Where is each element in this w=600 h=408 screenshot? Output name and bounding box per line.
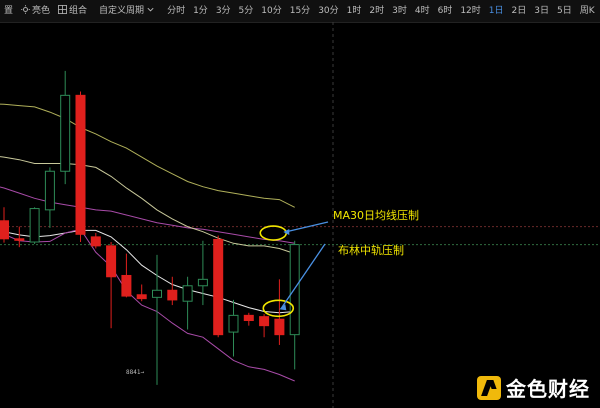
timeframe-tab-17[interactable]: 1日	[485, 0, 508, 22]
timeframe-tab-label: 组合	[69, 6, 88, 16]
timeframe-tab-12[interactable]: 2时	[365, 0, 388, 22]
boll-mid-arrow	[280, 243, 326, 309]
boll-lower-line	[0, 228, 295, 382]
timeframe-tab-16[interactable]: 12时	[456, 0, 484, 22]
timeframe-tab-label: 周K	[579, 6, 595, 16]
grid-icon	[58, 5, 69, 16]
timeframe-tab-label: 置	[4, 6, 14, 16]
timeframe-tab-4[interactable]: 分时	[163, 0, 189, 22]
candle-13	[197, 240, 208, 306]
timeframe-tab-18[interactable]: 2日	[508, 0, 531, 22]
timeframe-tab-label: 2时	[369, 6, 385, 16]
timeframe-tab-label: 6时	[437, 6, 453, 16]
timeframe-tab-label: 15分	[289, 6, 311, 16]
timeframe-tab-label: 1日	[488, 6, 504, 16]
timeframe-tab-label: 4时	[414, 6, 430, 16]
candle-6	[90, 233, 101, 249]
timeframe-tab-14[interactable]: 4时	[411, 0, 434, 22]
timeframe-tab-2[interactable]: 组合	[54, 0, 91, 22]
timeframe-tab-label: 10分	[261, 6, 282, 16]
timeframe-tab-label: 3分	[215, 6, 231, 16]
timeframe-tab-0[interactable]: 置	[0, 0, 17, 22]
ma30-resistance-label: MA30日均线压制	[333, 209, 420, 222]
timeframe-toolbar: 置 亮色 组合 自定义周期 分时 1分 3分 5分 10分 15分 30分 1时 2时 3时 4时 6时 12时…	[0, 0, 600, 23]
watermark-text: 金色财经	[506, 377, 590, 401]
low-price-label: 8841→	[126, 369, 145, 376]
ma30-highlight-ellipse	[259, 225, 288, 241]
candle-0	[0, 207, 9, 243]
timeframe-tab-21[interactable]: 周K	[576, 0, 599, 22]
timeframe-tab-9[interactable]: 15分	[286, 0, 314, 22]
boll-mid-resistance-label: 布林中轨压制	[338, 244, 404, 257]
candle-14	[213, 235, 224, 338]
timeframe-tab-3[interactable]: 自定义周期	[95, 0, 159, 22]
timeframe-tab-13[interactable]: 3时	[388, 0, 411, 22]
timeframe-tab-8[interactable]: 10分	[257, 0, 285, 22]
timeframe-tab-label: 2日	[511, 6, 527, 16]
timeframe-tab-label: 5日	[556, 6, 572, 16]
chevron-down-icon	[144, 6, 155, 16]
timeframe-tab-10[interactable]: 30分	[314, 0, 342, 22]
ma30-line	[0, 186, 295, 244]
candle-4	[60, 70, 71, 185]
candlestick-chart	[0, 22, 600, 408]
timeframe-tab-label: 亮色	[32, 6, 51, 16]
candle-8	[121, 253, 132, 298]
jinse-logo-icon	[477, 375, 501, 400]
timeframe-tab-5[interactable]: 1分	[189, 0, 212, 22]
timeframe-tab-label: 12时	[460, 6, 481, 16]
candle-3	[44, 167, 55, 228]
timeframe-tab-label: 3时	[392, 6, 407, 16]
timeframe-tab-15[interactable]: 6时	[434, 0, 457, 22]
timeframe-tab-label: 30分	[318, 6, 339, 16]
boll-mid-highlight-ellipse	[262, 299, 295, 318]
candle-7	[106, 242, 117, 329]
timeframe-tab-label: 自定义周期	[99, 6, 145, 16]
timeframe-tab-7[interactable]: 5分	[235, 0, 258, 22]
timeframe-tab-11[interactable]: 1时	[343, 0, 366, 22]
candle-17	[259, 314, 270, 338]
candle-15	[228, 299, 239, 357]
watermark: 金色财经	[477, 373, 590, 402]
candle-1	[14, 226, 25, 248]
candle-9	[136, 284, 147, 302]
timeframe-tab-label: 分时	[167, 6, 186, 16]
timeframe-tab-19[interactable]: 3日	[530, 0, 553, 22]
timeframe-tab-label: 1分	[193, 6, 208, 16]
ma-upper-line	[0, 103, 295, 208]
timeframe-tab-label: 5分	[238, 6, 254, 16]
boll-upper-line	[0, 156, 295, 255]
candle-11	[167, 276, 178, 306]
timeframe-tab-label: 3日	[534, 6, 549, 16]
candle-10	[152, 254, 162, 385]
timeframe-tab-1[interactable]: 亮色	[17, 0, 54, 22]
candle-16	[243, 312, 254, 326]
candle-5	[75, 91, 86, 243]
candle-2	[29, 207, 40, 244]
timeframe-tab-20[interactable]: 5日	[553, 0, 576, 22]
timeframe-tab-6[interactable]: 3分	[212, 0, 235, 22]
timeframe-tab-label: 1时	[346, 6, 362, 16]
candle-12	[182, 276, 193, 330]
sun-icon	[21, 5, 32, 16]
boll-mid-line	[0, 229, 295, 314]
